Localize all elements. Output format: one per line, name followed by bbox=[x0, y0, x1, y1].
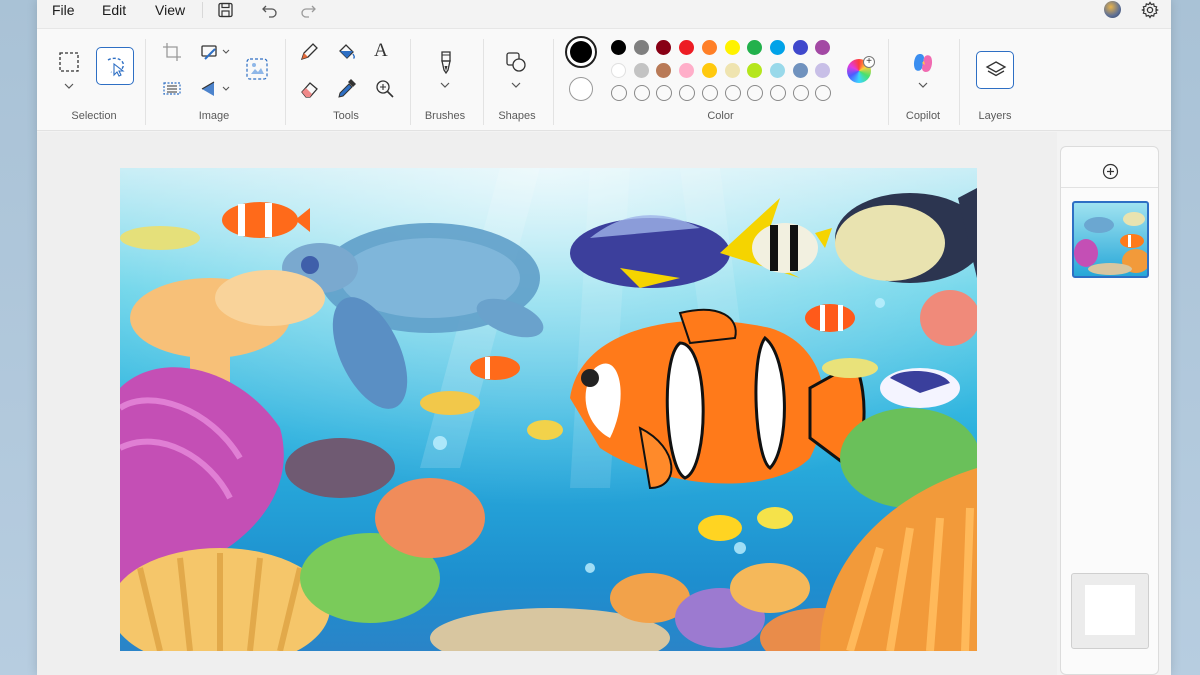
color-swatch[interactable] bbox=[724, 40, 740, 55]
color-swatch[interactable] bbox=[633, 63, 649, 78]
color-swatch[interactable] bbox=[679, 40, 695, 55]
eraser-icon[interactable] bbox=[298, 78, 320, 100]
color-swatch[interactable] bbox=[633, 40, 649, 55]
custom-color-slot[interactable] bbox=[701, 85, 718, 101]
custom-color-slot[interactable] bbox=[724, 85, 741, 101]
paint-window: File Edit View Selection Image A Tools B… bbox=[37, 0, 1171, 675]
menu-bar: File Edit View bbox=[37, 0, 1171, 22]
edit-colors-button[interactable]: + bbox=[847, 56, 875, 83]
color-picker-icon[interactable] bbox=[335, 78, 357, 100]
account-avatar[interactable] bbox=[1104, 1, 1121, 18]
free-form-select-button[interactable] bbox=[96, 47, 134, 85]
color-swatch[interactable] bbox=[701, 40, 717, 55]
layers-button[interactable] bbox=[976, 51, 1014, 89]
fill-bucket-icon[interactable] bbox=[335, 41, 357, 63]
menu-divider bbox=[202, 2, 203, 18]
save-icon[interactable] bbox=[217, 2, 235, 18]
color-swatch[interactable] bbox=[769, 63, 785, 78]
group-label-layers: Layers bbox=[978, 110, 1012, 122]
rectangle-select-icon[interactable] bbox=[58, 51, 80, 73]
brushes-chevron-down-icon[interactable] bbox=[437, 79, 453, 91]
custom-color-slot[interactable] bbox=[792, 85, 809, 101]
custom-color-slot[interactable] bbox=[611, 85, 627, 101]
color-swatch[interactable] bbox=[656, 63, 672, 78]
shapes-icon[interactable] bbox=[505, 51, 527, 73]
ribbon-separator bbox=[285, 39, 286, 125]
primary-color-fill bbox=[570, 41, 592, 63]
add-layer-icon[interactable] bbox=[1102, 163, 1119, 180]
rotate-flip-icon[interactable] bbox=[199, 78, 233, 100]
custom-color-slot[interactable] bbox=[747, 85, 764, 101]
select-all-icon[interactable] bbox=[161, 78, 183, 100]
primary-color-button[interactable] bbox=[565, 36, 597, 68]
color-swatch[interactable] bbox=[815, 63, 831, 78]
underwater-artwork bbox=[120, 168, 977, 651]
undo-icon[interactable] bbox=[261, 2, 279, 18]
menu-edit[interactable]: Edit bbox=[102, 1, 126, 19]
color-swatch[interactable] bbox=[769, 40, 785, 55]
secondary-color-button[interactable] bbox=[569, 77, 593, 101]
group-label-image: Image bbox=[198, 110, 230, 122]
color-swatch[interactable] bbox=[724, 63, 740, 78]
image-background-icon[interactable] bbox=[244, 56, 270, 82]
layer-thumbnail-background[interactable] bbox=[1071, 573, 1149, 649]
settings-gear-icon[interactable] bbox=[1141, 1, 1159, 19]
layer-thumbnail-active[interactable] bbox=[1072, 201, 1149, 278]
color-swatch[interactable] bbox=[792, 63, 808, 78]
menu-file[interactable]: File bbox=[52, 1, 75, 19]
custom-color-slot[interactable] bbox=[769, 85, 786, 101]
group-label-copilot: Copilot bbox=[905, 110, 941, 122]
pencil-icon[interactable] bbox=[298, 41, 320, 63]
brush-icon[interactable] bbox=[434, 49, 458, 75]
magnifier-icon[interactable] bbox=[374, 78, 396, 100]
copilot-icon[interactable] bbox=[911, 51, 935, 75]
blank-layer-preview bbox=[1085, 585, 1135, 635]
color-swatch[interactable] bbox=[792, 40, 808, 55]
group-label-selection: Selection bbox=[71, 110, 117, 122]
ribbon-separator bbox=[145, 39, 146, 125]
layer-thumbnail-art bbox=[1074, 212, 1147, 275]
copilot-chevron-down-icon[interactable] bbox=[915, 79, 931, 91]
color-swatch[interactable] bbox=[611, 63, 626, 78]
color-swatch[interactable] bbox=[701, 63, 717, 78]
shapes-chevron-down-icon[interactable] bbox=[508, 79, 524, 91]
panel-divider bbox=[1061, 187, 1158, 188]
group-label-brushes: Brushes bbox=[424, 110, 466, 122]
ribbon-separator bbox=[553, 39, 554, 125]
add-color-icon: + bbox=[863, 56, 875, 68]
selection-chevron-down-icon[interactable] bbox=[61, 80, 77, 92]
text-tool-icon[interactable]: A bbox=[374, 40, 388, 62]
group-label-shapes: Shapes bbox=[498, 110, 536, 122]
free-form-select-icon bbox=[107, 57, 125, 77]
color-swatch[interactable] bbox=[656, 40, 672, 55]
ribbon: Selection Image A Tools Brushes Shapes +… bbox=[37, 28, 1171, 131]
layers-icon bbox=[985, 61, 1007, 77]
custom-color-slot[interactable] bbox=[633, 85, 650, 101]
crop-icon[interactable] bbox=[161, 41, 183, 63]
color-swatch[interactable] bbox=[747, 40, 763, 55]
color-swatch[interactable] bbox=[611, 40, 626, 55]
custom-color-slot[interactable] bbox=[815, 85, 832, 101]
canvas-area bbox=[37, 132, 1057, 675]
custom-color-slot[interactable] bbox=[656, 85, 673, 101]
color-swatch[interactable] bbox=[679, 63, 695, 78]
color-swatch[interactable] bbox=[747, 63, 763, 78]
group-label-tools: Tools bbox=[333, 110, 359, 122]
drawing-canvas[interactable] bbox=[120, 168, 977, 651]
color-swatch[interactable] bbox=[815, 40, 831, 55]
redo-icon[interactable] bbox=[299, 2, 317, 18]
layers-panel bbox=[1060, 146, 1159, 675]
resize-icon[interactable] bbox=[199, 41, 233, 63]
custom-color-slot[interactable] bbox=[679, 85, 696, 101]
menu-view[interactable]: View bbox=[155, 1, 185, 19]
group-label-color: Color bbox=[707, 110, 734, 122]
